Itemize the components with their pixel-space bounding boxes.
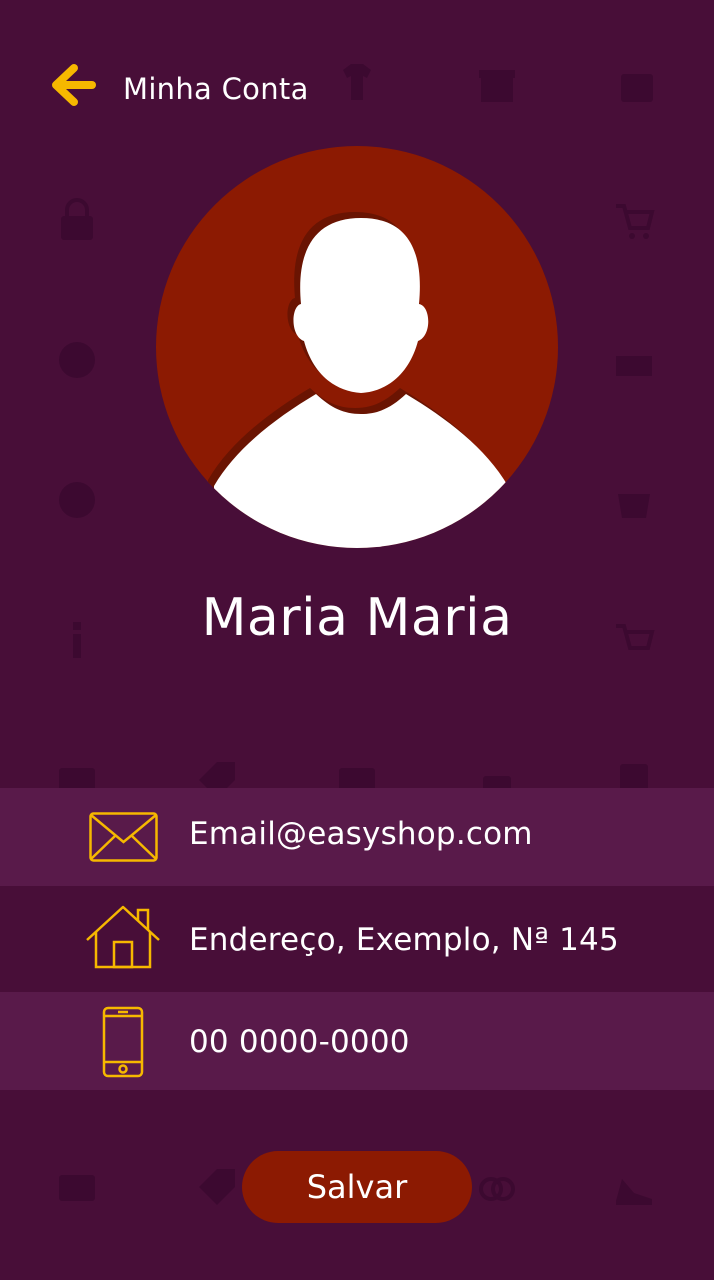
- tag-icon: [199, 1169, 235, 1205]
- globe-icon: [59, 482, 95, 518]
- house-icon: [86, 905, 160, 969]
- address-value: Endereço, Exemplo, Nª 145: [189, 922, 619, 958]
- phone-row[interactable]: 00 0000-0000: [0, 992, 714, 1090]
- user-name: Maria Maria: [201, 588, 513, 648]
- horse-toy-icon: [59, 342, 95, 378]
- avatar[interactable]: [156, 146, 558, 548]
- address-row[interactable]: Endereço, Exemplo, Nª 145: [0, 886, 714, 992]
- person-silhouette-icon: [208, 212, 508, 548]
- basket-icon: [618, 494, 650, 518]
- basket-icon: [616, 356, 652, 376]
- card-icon: [59, 1175, 95, 1201]
- envelope-icon: [89, 812, 158, 862]
- back-button[interactable]: [50, 62, 96, 108]
- phone-value: 00 0000-0000: [189, 1024, 410, 1060]
- email-value: Email@easyshop.com: [189, 816, 533, 852]
- shoe-icon: [616, 1179, 652, 1205]
- arrow-left-icon: [52, 64, 96, 106]
- lock-icon: [61, 198, 93, 240]
- email-row[interactable]: Email@easyshop.com: [0, 788, 714, 886]
- rings-icon: [479, 1177, 515, 1201]
- smartphone-icon: [102, 1006, 144, 1078]
- save-button[interactable]: Salvar: [242, 1151, 472, 1223]
- page-title: Minha Conta: [123, 72, 309, 106]
- cart-icon: [616, 204, 655, 239]
